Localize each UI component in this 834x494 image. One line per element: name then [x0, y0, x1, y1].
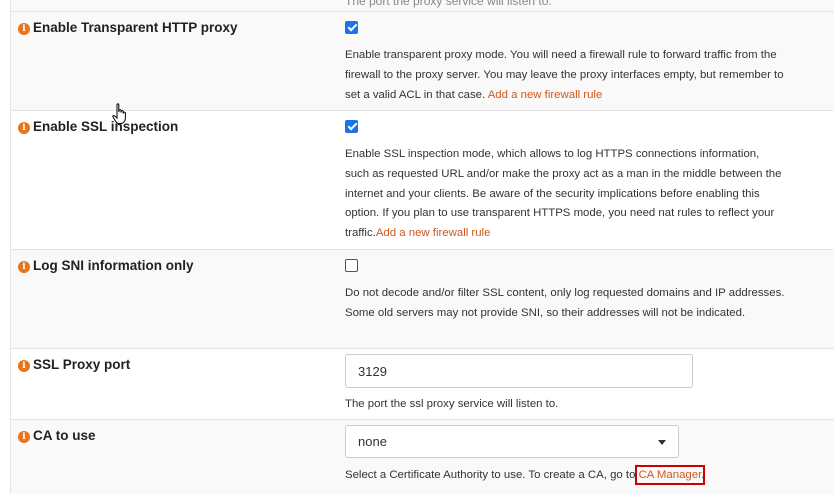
chevron-down-icon: [658, 440, 666, 445]
help-body: The port the ssl proxy service will list…: [345, 398, 559, 410]
row-ca-to-use: i CA to use none Select a Certificate Aut…: [11, 420, 834, 494]
previous-row-remnant: The port the proxy service will listen t…: [11, 0, 834, 12]
row-transparent-http-proxy: i Enable Transparent HTTP proxy Enable tr…: [11, 12, 834, 111]
help-text: The port the ssl proxy service will list…: [345, 395, 785, 415]
help-text: Enable SSL inspection mode, which allows…: [345, 145, 785, 244]
row-ssl-proxy-port: i SSL Proxy port 3129 The port the ssl pr…: [11, 349, 834, 420]
ssl-inspection-checkbox[interactable]: [345, 120, 358, 133]
help-body: Do not decode and/or filter SSL content,…: [345, 287, 785, 319]
log-sni-checkbox[interactable]: [345, 259, 358, 272]
ca-manager-link[interactable]: CA Manager: [634, 465, 706, 485]
row-label: i SSL Proxy port: [18, 357, 130, 372]
help-body: Select a Certificate Authority to use. T…: [345, 469, 639, 481]
help-text: Enable transparent proxy mode. You will …: [345, 46, 785, 105]
row-label: i Enable SSL inspection: [18, 119, 178, 134]
help-text: Do not decode and/or filter SSL content,…: [345, 284, 785, 324]
label-text: CA to use: [33, 428, 96, 443]
ca-selected-value: none: [358, 434, 387, 449]
help-text: Select a Certificate Authority to use. T…: [345, 465, 785, 486]
row-log-sni: i Log SNI information only Do not decode …: [11, 250, 834, 349]
row-ssl-inspection: i Enable SSL inspection Enable SSL inspec…: [11, 111, 834, 250]
row-label: i Log SNI information only: [18, 258, 194, 273]
row-label: i CA to use: [18, 428, 96, 443]
ssl-proxy-port-input[interactable]: 3129: [345, 354, 693, 388]
transparent-proxy-checkbox[interactable]: [345, 21, 358, 34]
info-icon[interactable]: i: [18, 360, 30, 372]
help-suffix: .: [701, 469, 705, 481]
previous-row-help: The port the proxy service will listen t…: [345, 0, 552, 8]
info-icon[interactable]: i: [18, 23, 30, 35]
label-text: SSL Proxy port: [33, 357, 131, 372]
label-text: Log SNI information only: [33, 258, 194, 273]
info-icon[interactable]: i: [18, 431, 30, 443]
ca-select[interactable]: none: [345, 425, 679, 458]
label-text: Enable SSL inspection: [33, 119, 179, 134]
label-text: Enable Transparent HTTP proxy: [33, 20, 238, 35]
add-firewall-rule-link[interactable]: Add a new firewall rule: [488, 89, 603, 101]
add-firewall-rule-link[interactable]: Add a new firewall rule: [376, 227, 491, 239]
hand-cursor-icon: [112, 103, 126, 124]
info-icon[interactable]: i: [18, 261, 30, 273]
help-body: Enable SSL inspection mode, which allows…: [345, 148, 782, 240]
info-icon[interactable]: i: [18, 122, 30, 134]
row-label: i Enable Transparent HTTP proxy: [18, 20, 238, 35]
